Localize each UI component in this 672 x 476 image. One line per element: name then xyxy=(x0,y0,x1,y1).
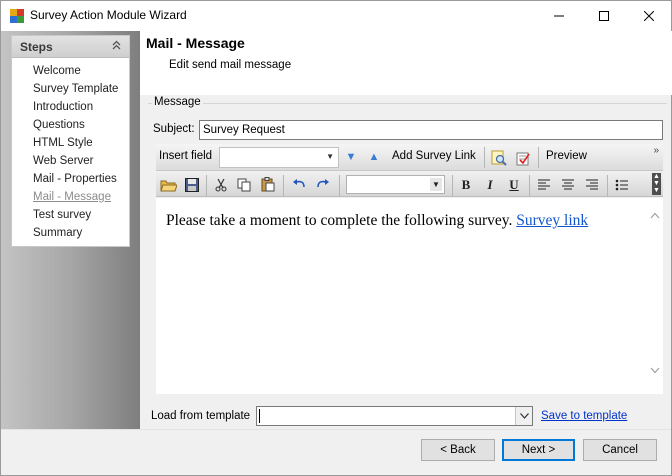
toolbar-separator xyxy=(283,175,284,196)
find-icon[interactable] xyxy=(489,148,509,168)
editor-scrollbar[interactable] xyxy=(646,198,663,394)
text-caret xyxy=(259,409,260,423)
undo-icon[interactable] xyxy=(289,175,309,194)
insert-field-select[interactable]: ▼ xyxy=(219,147,339,168)
step-item-test-survey[interactable]: Test survey xyxy=(33,206,129,224)
move-up-icon[interactable]: ▲ xyxy=(366,149,382,165)
bold-button[interactable]: B xyxy=(456,175,476,194)
editor-content[interactable]: Please take a moment to complete the fol… xyxy=(166,212,588,230)
step-item-html-style[interactable]: HTML Style xyxy=(33,134,129,152)
minimize-button[interactable] xyxy=(536,1,581,31)
italic-button[interactable]: I xyxy=(480,175,500,194)
align-left-icon[interactable] xyxy=(534,175,554,194)
toolbar-separator xyxy=(529,175,530,196)
align-right-icon[interactable] xyxy=(582,175,602,194)
bullet-list-icon[interactable] xyxy=(612,175,632,194)
toolbar-separator xyxy=(339,175,340,196)
steps-panel: Steps Welcome Survey Template Introducti… xyxy=(11,35,130,247)
survey-link[interactable]: Survey link xyxy=(516,212,588,229)
cut-icon[interactable] xyxy=(211,175,231,194)
collapse-icon[interactable] xyxy=(112,40,121,53)
toolbar-separator xyxy=(607,175,608,196)
load-from-template-label: Load from template xyxy=(151,410,251,422)
save-to-template-link[interactable]: Save to template xyxy=(541,410,627,422)
maximize-button[interactable] xyxy=(581,1,626,31)
toolbar-separator xyxy=(538,147,539,168)
insert-field-label: Insert field xyxy=(159,150,213,162)
scroll-up-icon[interactable] xyxy=(646,208,663,225)
message-editor[interactable]: Please take a moment to complete the fol… xyxy=(156,198,663,394)
chevron-down-icon[interactable] xyxy=(515,407,532,425)
wizard-window: Survey Action Module Wizard Steps Welcom… xyxy=(0,0,672,476)
step-item-questions[interactable]: Questions xyxy=(33,116,129,134)
steps-header-label: Steps xyxy=(20,39,53,54)
underline-button[interactable]: U xyxy=(504,175,524,194)
title-bar: Survey Action Module Wizard xyxy=(1,1,671,31)
page-header: Mail - Message Edit send mail message xyxy=(140,31,672,95)
paste-icon[interactable] xyxy=(258,175,278,194)
font-select[interactable]: ▼ xyxy=(346,175,445,194)
message-group-title: Message xyxy=(152,96,203,108)
step-list: Welcome Survey Template Introduction Que… xyxy=(12,58,129,242)
editor-toolbar-format: ▼ B I U ▲ ▼ ▼ xyxy=(156,172,663,197)
cancel-button[interactable]: Cancel xyxy=(583,439,657,461)
step-item-survey-template[interactable]: Survey Template xyxy=(33,80,129,98)
toolbar-separator xyxy=(206,175,207,196)
next-button[interactable]: Next > xyxy=(502,439,575,461)
editor-toolbar-top: Insert field ▼ ▼ ▲ Add Survey Link Previ… xyxy=(156,144,663,171)
toolbar-separator xyxy=(452,175,453,196)
step-item-summary[interactable]: Summary xyxy=(33,224,129,242)
back-button[interactable]: < Back xyxy=(421,439,495,461)
open-folder-icon[interactable] xyxy=(158,175,178,194)
align-center-icon[interactable] xyxy=(558,175,578,194)
page-subtitle: Edit send mail message xyxy=(169,59,292,71)
subject-input[interactable] xyxy=(199,120,663,140)
preview-button[interactable]: Preview xyxy=(546,150,587,162)
app-icon xyxy=(10,9,24,23)
scroll-down-icon[interactable] xyxy=(646,363,663,380)
maximize-icon xyxy=(598,11,609,21)
editor-body-text: Please take a moment to complete the fol… xyxy=(166,212,513,229)
spellcheck-icon[interactable] xyxy=(513,148,533,168)
load-template-combo[interactable] xyxy=(256,406,533,426)
subject-label: Subject: xyxy=(153,123,195,135)
move-down-icon[interactable]: ▼ xyxy=(343,149,359,165)
step-item-web-server[interactable]: Web Server xyxy=(33,152,129,170)
toolbar-overflow-icon[interactable]: » xyxy=(653,145,659,156)
window-title: Survey Action Module Wizard xyxy=(30,8,187,22)
add-survey-link-button[interactable]: Add Survey Link xyxy=(392,150,476,162)
copy-icon[interactable] xyxy=(234,175,254,194)
sidebar: Steps Welcome Survey Template Introducti… xyxy=(1,31,140,429)
save-icon[interactable] xyxy=(182,175,202,194)
chevron-down-icon: ▼ xyxy=(430,178,442,191)
step-item-introduction[interactable]: Introduction xyxy=(33,98,129,116)
redo-icon[interactable] xyxy=(313,175,333,194)
wizard-footer: < Back Next > Cancel xyxy=(1,429,671,475)
close-icon xyxy=(643,11,654,21)
minimize-icon xyxy=(553,15,564,17)
steps-header[interactable]: Steps xyxy=(12,36,129,58)
close-button[interactable] xyxy=(626,1,671,31)
chevron-down-icon: ▼ xyxy=(326,152,334,161)
toolbar-separator xyxy=(484,147,485,168)
step-item-mail-properties[interactable]: Mail - Properties xyxy=(33,170,129,188)
page-title: Mail - Message xyxy=(146,35,245,51)
toolbar-grip-icon[interactable]: ▲ ▼ ▼ xyxy=(652,173,661,195)
step-item-mail-message[interactable]: Mail - Message xyxy=(33,188,129,206)
step-item-welcome[interactable]: Welcome xyxy=(33,62,129,80)
